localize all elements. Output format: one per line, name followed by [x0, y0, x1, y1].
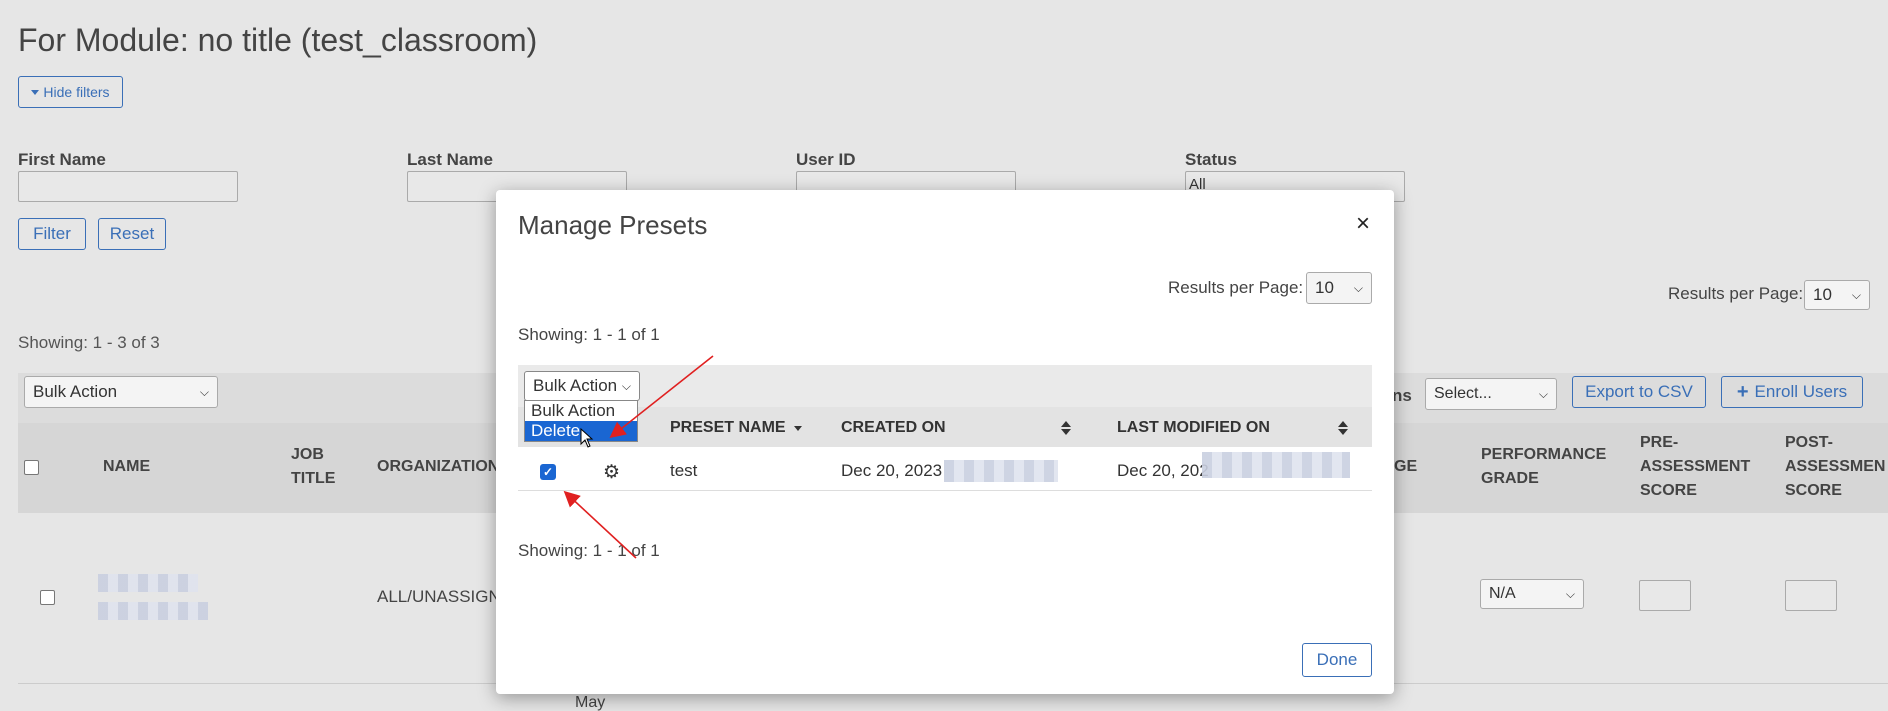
reset-button[interactable]: Reset: [98, 218, 166, 250]
first-name-label: First Name: [18, 150, 106, 169]
export-csv-button[interactable]: Export to CSV: [1572, 376, 1706, 408]
row-checkbox[interactable]: [40, 590, 55, 605]
col-pre-1: PRE-: [1640, 434, 1679, 451]
annotation-arrow-checkbox: [563, 490, 637, 559]
col-organization: ORGANIZATION: [377, 458, 500, 475]
col-job-title-2: TITLE: [291, 470, 336, 487]
user-id-label: User ID: [796, 150, 856, 169]
col-performance-1: PERFORMANCE: [1481, 446, 1607, 463]
col-performance-2: GRADE: [1481, 470, 1539, 487]
actions-select[interactable]: Select... ⌵: [1425, 378, 1557, 410]
select-all-checkbox[interactable]: [24, 460, 39, 475]
first-name-input[interactable]: [18, 171, 238, 202]
pre-assessment-input[interactable]: [1639, 580, 1691, 611]
page-title: For Module: no title (test_classroom): [18, 22, 538, 58]
results-per-page-select[interactable]: 10 ⌵: [1804, 280, 1870, 310]
chevron-down-icon: ⌵: [1851, 287, 1861, 302]
performance-grade-value: N/A: [1489, 585, 1516, 602]
col-pre-2: ASSESSMENT: [1640, 458, 1751, 475]
chevron-down-icon: ⌵: [1538, 386, 1548, 401]
col-post-1: POST-: [1785, 434, 1834, 451]
caret-down-icon: [31, 89, 40, 95]
chevron-down-icon: ⌵: [199, 384, 209, 399]
col-job-title-1: JOB: [291, 446, 324, 463]
col-pre-3: SCORE: [1640, 482, 1697, 499]
plus-icon: +: [1736, 380, 1749, 403]
bulk-action-select[interactable]: Bulk Action ⌵: [24, 376, 218, 408]
col-ge-partial: GE: [1394, 458, 1418, 475]
last-name-label: Last Name: [407, 150, 493, 169]
performance-grade-select[interactable]: N/A ⌵: [1480, 579, 1584, 609]
col-post-3: SCORE: [1785, 482, 1842, 499]
row-organization: ALL/UNASSIGN: [377, 587, 501, 606]
showing-count: Showing: 1 - 3 of 3: [18, 333, 160, 352]
redacted-name: [98, 602, 208, 620]
redacted-name: [98, 574, 198, 592]
hide-filters-button[interactable]: Hide filters: [18, 76, 123, 108]
filter-button[interactable]: Filter: [18, 218, 86, 250]
status-label: Status: [1185, 150, 1237, 169]
enroll-users-label: Enroll Users: [1754, 382, 1848, 401]
col-post-2: ASSESSMEN: [1785, 458, 1886, 475]
chevron-down-icon: ⌵: [1565, 586, 1575, 601]
manage-presets-modal: Manage Presets × Results per Page: 10 ⌵ …: [496, 190, 1394, 694]
bottom-partial-text: May: [575, 694, 606, 711]
bulk-action-value: Bulk Action: [33, 382, 118, 401]
actions-select-value: Select...: [1434, 385, 1492, 402]
hide-filters-label: Hide filters: [43, 84, 110, 100]
post-assessment-input[interactable]: [1785, 580, 1837, 611]
actions-label: ns: [1392, 386, 1412, 405]
annotation-arrows: [563, 355, 714, 559]
col-name: NAME: [103, 458, 151, 475]
enroll-users-button[interactable]: + Enroll Users: [1721, 376, 1863, 408]
results-per-page-value: 10: [1813, 285, 1832, 304]
results-per-page-label: Results per Page:: [1668, 284, 1804, 303]
annotation-arrow-delete: [609, 355, 714, 438]
